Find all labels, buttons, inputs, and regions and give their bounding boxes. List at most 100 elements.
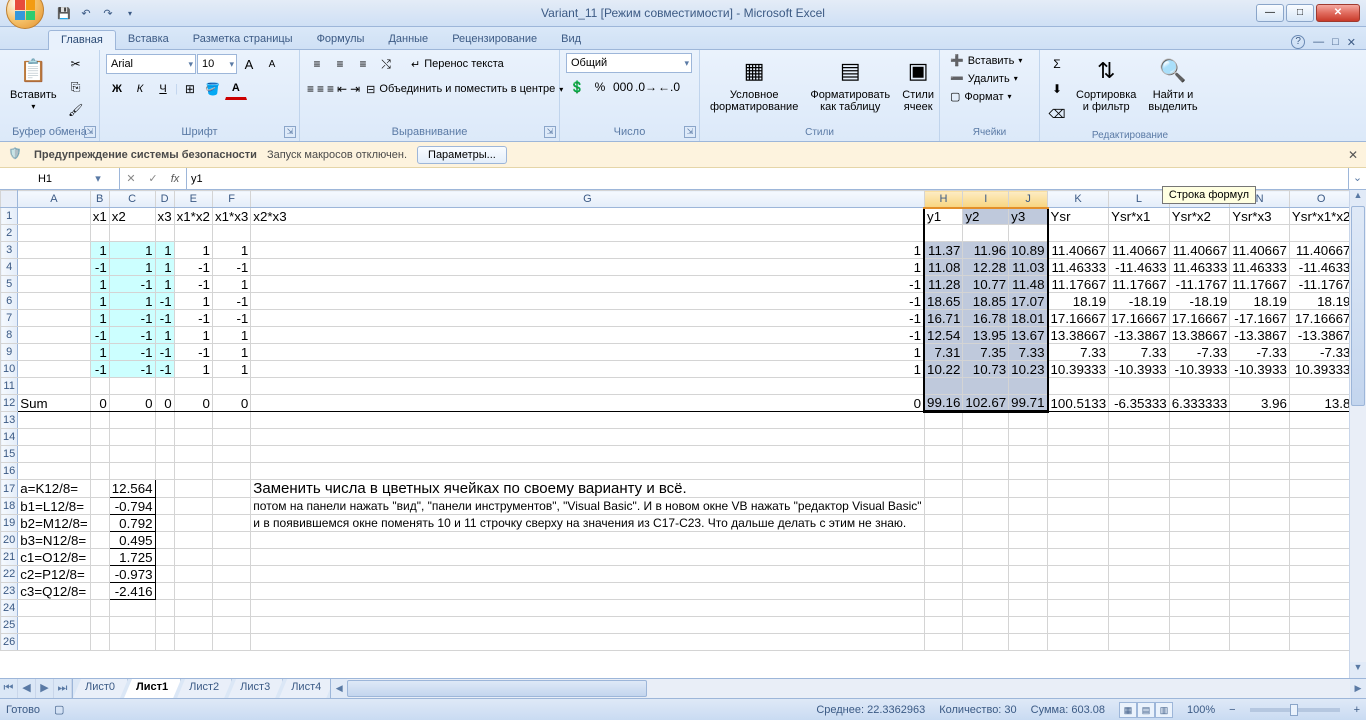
- cell-I12[interactable]: 102.67: [963, 395, 1009, 412]
- cell-B1[interactable]: x1: [90, 208, 109, 225]
- cell-M7[interactable]: 17.16667: [1169, 310, 1230, 327]
- cell-F7[interactable]: -1: [212, 310, 250, 327]
- cell-O19[interactable]: [1289, 515, 1349, 532]
- col-header-A[interactable]: A: [18, 191, 90, 208]
- cell-L26[interactable]: [1109, 634, 1170, 651]
- cell-K18[interactable]: [1048, 498, 1109, 515]
- cell-B3[interactable]: 1: [90, 242, 109, 259]
- cell-N12[interactable]: 3.96: [1230, 395, 1290, 412]
- name-box-dropdown-icon[interactable]: ▾: [90, 172, 106, 185]
- cell-N15[interactable]: [1230, 446, 1290, 463]
- cell-L6[interactable]: -18.19: [1109, 293, 1170, 310]
- cell-O4[interactable]: -11.4633: [1289, 259, 1349, 276]
- cell-N2[interactable]: [1230, 225, 1290, 242]
- increase-indent-icon[interactable]: ⇥: [349, 78, 361, 100]
- number-format-combo[interactable]: Общий: [566, 53, 692, 73]
- cell-C8[interactable]: -1: [109, 327, 155, 344]
- cell-M1[interactable]: Ysr*x2: [1169, 208, 1230, 225]
- cell-J17[interactable]: [1009, 480, 1048, 498]
- cell-E16[interactable]: [174, 463, 212, 480]
- office-button[interactable]: [6, 0, 44, 29]
- cell-M24[interactable]: [1169, 600, 1230, 617]
- row-header-18[interactable]: 18: [1, 498, 18, 515]
- cell-L5[interactable]: 11.17667: [1109, 276, 1170, 293]
- cell-J3[interactable]: 10.89: [1009, 242, 1048, 259]
- cell-B11[interactable]: [90, 378, 109, 395]
- cell-D12[interactable]: 0: [155, 395, 174, 412]
- cell-K10[interactable]: 10.39333: [1048, 361, 1109, 378]
- tab-formulas[interactable]: Формулы: [305, 30, 377, 49]
- cell-O10[interactable]: 10.39333: [1289, 361, 1349, 378]
- cell-G16[interactable]: [251, 463, 924, 480]
- delete-cells-button[interactable]: ➖Удалить▾: [946, 71, 1026, 86]
- cell-C26[interactable]: [109, 634, 155, 651]
- doc-restore-icon[interactable]: □: [1332, 36, 1339, 48]
- cell-J9[interactable]: 7.33: [1009, 344, 1048, 361]
- cell-C15[interactable]: [109, 446, 155, 463]
- cell-L25[interactable]: [1109, 617, 1170, 634]
- cell-L23[interactable]: [1109, 583, 1170, 600]
- cell-L3[interactable]: 11.40667: [1109, 242, 1170, 259]
- cell-E20[interactable]: [174, 532, 212, 549]
- cell-I22[interactable]: [963, 566, 1009, 583]
- row-header-17[interactable]: 17: [1, 480, 18, 498]
- align-launcher-icon[interactable]: ⇲: [544, 126, 556, 138]
- cell-M8[interactable]: 13.38667: [1169, 327, 1230, 344]
- cell-A21[interactable]: c1=O12/8=: [18, 549, 90, 566]
- font-size-combo[interactable]: 10: [197, 54, 237, 74]
- cell-B17[interactable]: [90, 480, 109, 498]
- cell-G23[interactable]: [251, 583, 924, 600]
- cell-G19[interactable]: и в появившемся окне поменять 10 и 11 ст…: [251, 515, 924, 532]
- cell-D7[interactable]: -1: [155, 310, 174, 327]
- cell-H9[interactable]: 7.31: [924, 344, 963, 361]
- cell-A14[interactable]: [18, 429, 90, 446]
- cell-B6[interactable]: 1: [90, 293, 109, 310]
- align-right-icon[interactable]: ≡: [326, 78, 335, 100]
- format-painter-icon[interactable]: 🖌: [65, 99, 87, 121]
- cell-K7[interactable]: 17.16667: [1048, 310, 1109, 327]
- cell-F18[interactable]: [212, 498, 250, 515]
- cell-G7[interactable]: -1: [251, 310, 924, 327]
- col-header-C[interactable]: C: [109, 191, 155, 208]
- cell-K4[interactable]: 11.46333: [1048, 259, 1109, 276]
- cell-J24[interactable]: [1009, 600, 1048, 617]
- cell-F23[interactable]: [212, 583, 250, 600]
- cell-A5[interactable]: [18, 276, 90, 293]
- cell-E1[interactable]: x1*x2: [174, 208, 212, 225]
- tab-insert[interactable]: Вставка: [116, 30, 181, 49]
- cell-I26[interactable]: [963, 634, 1009, 651]
- cell-O14[interactable]: [1289, 429, 1349, 446]
- cell-I3[interactable]: 11.96: [963, 242, 1009, 259]
- font-name-combo[interactable]: Arial: [106, 54, 196, 74]
- cell-N10[interactable]: -10.3933: [1230, 361, 1290, 378]
- cell-D4[interactable]: 1: [155, 259, 174, 276]
- cell-F11[interactable]: [212, 378, 250, 395]
- cell-M14[interactable]: [1169, 429, 1230, 446]
- cell-L15[interactable]: [1109, 446, 1170, 463]
- cell-L13[interactable]: [1109, 412, 1170, 429]
- cell-J22[interactable]: [1009, 566, 1048, 583]
- minimize-button[interactable]: —: [1256, 4, 1284, 22]
- cell-O12[interactable]: 13.8: [1289, 395, 1349, 412]
- formula-expand-icon[interactable]: ⌄: [1348, 168, 1366, 189]
- cell-N7[interactable]: -17.1667: [1230, 310, 1290, 327]
- cell-J13[interactable]: [1009, 412, 1048, 429]
- cell-I15[interactable]: [963, 446, 1009, 463]
- wrap-text-button[interactable]: ↵Перенос текста: [407, 57, 508, 72]
- cell-B5[interactable]: 1: [90, 276, 109, 293]
- cell-O1[interactable]: Ysr*x1*x2: [1289, 208, 1349, 225]
- shrink-font-icon[interactable]: A: [261, 53, 283, 75]
- vertical-scrollbar[interactable]: ▲ ▼: [1349, 190, 1366, 678]
- cell-N17[interactable]: [1230, 480, 1290, 498]
- cell-K6[interactable]: 18.19: [1048, 293, 1109, 310]
- row-header-16[interactable]: 16: [1, 463, 18, 480]
- cell-D20[interactable]: [155, 532, 174, 549]
- cell-L2[interactable]: [1109, 225, 1170, 242]
- decrease-decimal-icon[interactable]: ←.0: [658, 76, 680, 98]
- cell-K17[interactable]: [1048, 480, 1109, 498]
- cell-L9[interactable]: 7.33: [1109, 344, 1170, 361]
- tab-data[interactable]: Данные: [376, 30, 440, 49]
- cell-J16[interactable]: [1009, 463, 1048, 480]
- cell-I7[interactable]: 16.78: [963, 310, 1009, 327]
- underline-button[interactable]: Ч: [152, 78, 174, 100]
